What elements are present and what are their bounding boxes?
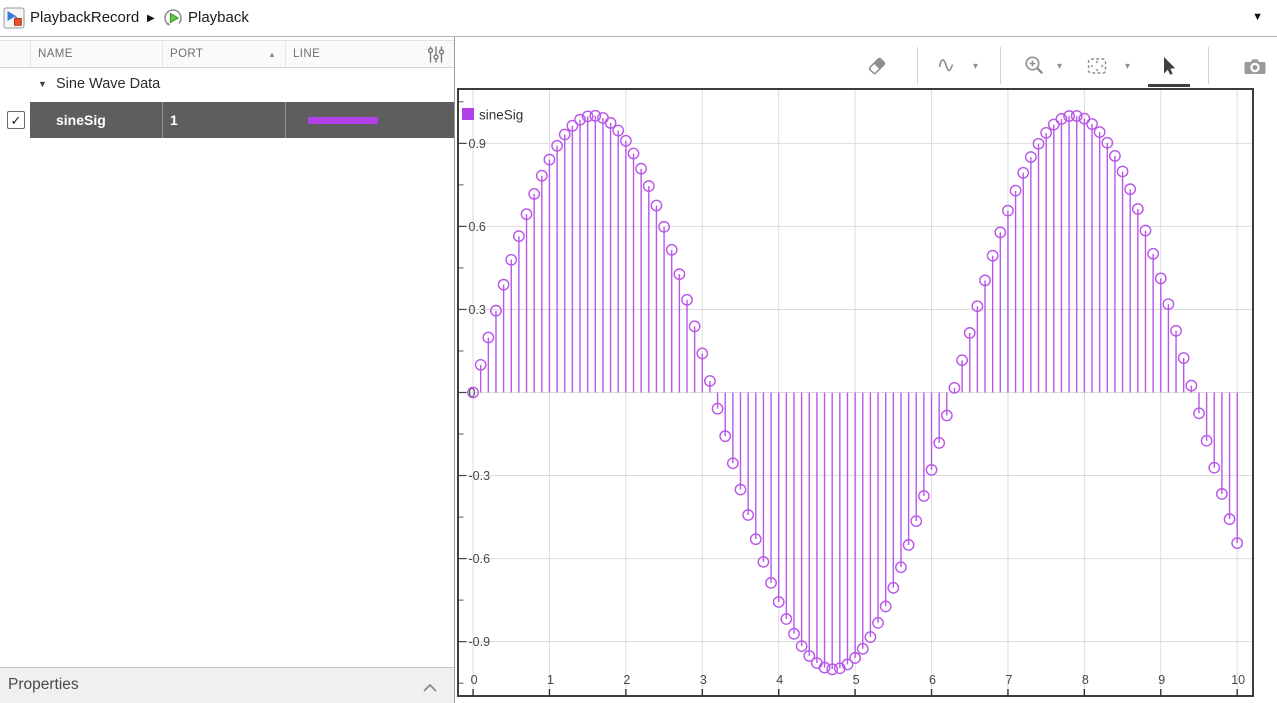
breadcrumb-item-block[interactable]: Playback — [188, 9, 249, 26]
svg-text:0.6: 0.6 — [469, 220, 486, 234]
plot-panel: ▾ ▾ ▾ — [456, 37, 1277, 703]
properties-label: Properties — [8, 676, 79, 694]
snapshot-button[interactable] — [1242, 53, 1268, 79]
header-name-column[interactable]: NAME — [30, 41, 162, 67]
playback-block-icon — [162, 7, 184, 29]
signal-group-row[interactable]: ▼ Sine Wave Data — [0, 68, 454, 102]
signal-name-cell: sineSig — [30, 102, 162, 138]
chevron-up-icon[interactable] — [422, 680, 438, 698]
filter-columns-button[interactable] — [426, 45, 446, 65]
svg-text:0.9: 0.9 — [469, 137, 486, 151]
breadcrumb: PlaybackRecord ▶ Playback ▼ — [0, 0, 1277, 37]
plot-canvas[interactable]: 0.90.60.30-0.3-0.6-0.9012345678910sineSi… — [457, 88, 1254, 697]
signal-line-cell[interactable] — [285, 102, 454, 138]
signal-line-swatch[interactable] — [308, 117, 378, 124]
toolbar-separator — [1208, 47, 1209, 84]
properties-section-header[interactable]: Properties — [0, 667, 454, 703]
signal-wave-icon — [936, 54, 960, 78]
svg-text:10: 10 — [1231, 673, 1245, 687]
svg-text:4: 4 — [776, 673, 783, 687]
svg-text:8: 8 — [1082, 673, 1089, 687]
toolbar-separator — [1000, 47, 1001, 84]
svg-text:0.3: 0.3 — [469, 303, 486, 317]
header-name-label: NAME — [38, 48, 73, 60]
record-block-icon — [3, 7, 25, 29]
header-port-column[interactable]: PORT — [162, 41, 285, 67]
svg-text:-0.6: -0.6 — [469, 552, 491, 566]
eraser-icon — [865, 54, 889, 78]
sort-ascending-icon: ▲ — [268, 50, 276, 59]
pointer-tool-button[interactable] — [1155, 53, 1181, 79]
camera-icon — [1242, 53, 1268, 79]
viewer-menu-caret-icon[interactable]: ▼ — [1252, 11, 1263, 23]
svg-text:0: 0 — [471, 673, 478, 687]
signal-port: 1 — [170, 112, 178, 128]
active-tool-underline — [1148, 84, 1190, 87]
header-port-label: PORT — [170, 48, 203, 60]
pointer-cursor-icon — [1156, 54, 1180, 78]
group-collapse-icon[interactable]: ▼ — [38, 79, 47, 89]
svg-text:2: 2 — [623, 673, 630, 687]
fit-to-view-button[interactable] — [1084, 53, 1110, 79]
signal-table-panel: NAME PORT ▲ LINE — [0, 37, 455, 703]
playback-viewer-window: PlaybackRecord ▶ Playback ▼ NAME PORT ▲ … — [0, 0, 1277, 703]
fit-to-view-icon — [1085, 54, 1109, 78]
svg-text:-0.9: -0.9 — [469, 635, 491, 649]
breadcrumb-item-model[interactable]: PlaybackRecord — [30, 9, 139, 26]
svg-text:sineSig: sineSig — [479, 108, 523, 123]
svg-text:-0.3: -0.3 — [469, 469, 491, 483]
group-label: Sine Wave Data — [56, 76, 160, 92]
signal-options-button[interactable] — [935, 53, 961, 79]
svg-text:5: 5 — [853, 673, 860, 687]
svg-text:3: 3 — [700, 673, 707, 687]
zoom-in-button[interactable] — [1022, 53, 1048, 79]
signal-name: sineSig — [56, 112, 106, 128]
erase-button[interactable] — [864, 53, 890, 79]
breadcrumb-separator-icon: ▶ — [147, 13, 155, 24]
filter-tune-icon — [426, 45, 446, 65]
signal-row-sinesig[interactable]: ✓ sineSig 1 — [0, 102, 454, 138]
fit-options-caret-icon[interactable]: ▾ — [1125, 61, 1130, 72]
zoom-options-caret-icon[interactable]: ▾ — [1057, 61, 1062, 72]
toolbar-separator — [917, 47, 918, 84]
checkbox-check-icon: ✓ — [11, 114, 22, 127]
svg-text:9: 9 — [1158, 673, 1165, 687]
signal-visibility-checkbox[interactable]: ✓ — [7, 111, 25, 129]
signal-port-cell: 1 — [162, 102, 285, 138]
svg-text:1: 1 — [547, 673, 554, 687]
signal-options-caret-icon[interactable]: ▾ — [973, 61, 978, 72]
signal-table-header: NAME PORT ▲ LINE — [0, 40, 454, 68]
svg-text:6: 6 — [929, 673, 936, 687]
header-line-label: LINE — [293, 48, 320, 60]
svg-text:7: 7 — [1005, 673, 1012, 687]
header-checkbox-column — [0, 41, 30, 67]
zoom-in-icon — [1023, 54, 1047, 78]
